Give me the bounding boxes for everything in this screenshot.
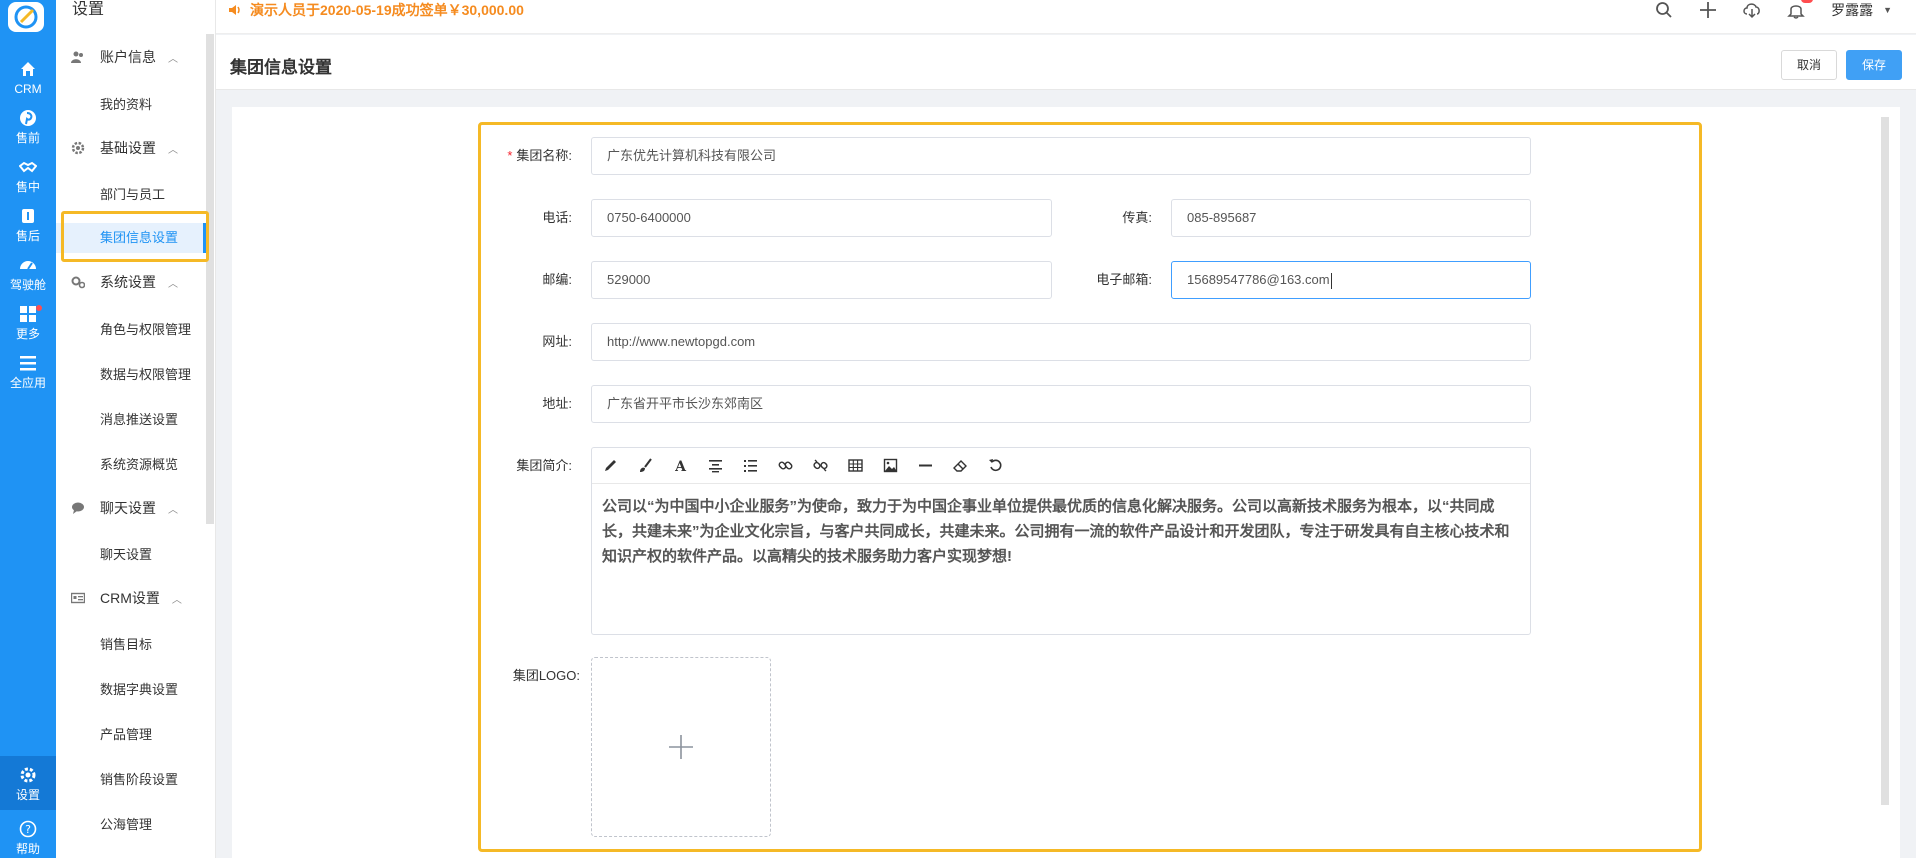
sidebar-item-chat-settings[interactable]: 聊天设置	[56, 540, 206, 570]
grid-icon	[0, 305, 56, 327]
rail-item-help[interactable]: ? 帮助	[0, 810, 56, 858]
app-logo[interactable]	[8, 2, 44, 32]
sidebar-group-crm[interactable]: CRM设置 ︿	[56, 586, 206, 610]
notice-banner: 演示人员于2020-05-19成功签单￥30,000.00	[228, 0, 524, 20]
sidebar-item-data-permission[interactable]: 数据与权限管理	[56, 360, 206, 390]
chevron-up-icon: ︿	[168, 504, 178, 516]
chevron-up-icon: ︿	[168, 53, 178, 65]
topbar-actions: 罗露露 ▼	[1655, 0, 1916, 20]
speaker-icon	[229, 5, 240, 15]
sidebar-item-my-profile[interactable]: 我的资料	[56, 90, 206, 120]
handshake-icon	[0, 158, 56, 180]
chat-icon	[70, 500, 86, 516]
sidebar-highlight-box	[61, 211, 209, 262]
cancel-button[interactable]: 取消	[1781, 50, 1837, 80]
sidebar-item-sales-target[interactable]: 销售目标	[56, 630, 206, 660]
users-icon	[70, 49, 86, 65]
cloud-download-icon[interactable]	[1743, 1, 1761, 19]
rail-item-aftersale[interactable]: 售后	[0, 197, 56, 251]
app-rail: CRM 售前 售中 售后 驾驶舱 更多 全应用 设置 ? 帮助	[0, 0, 56, 858]
sidebar-group-chat[interactable]: 聊天设置 ︿	[56, 496, 206, 520]
sidebar-item-products[interactable]: 产品管理	[56, 720, 206, 750]
dashboard-icon	[0, 256, 56, 278]
sidebar-item-department[interactable]: 部门与员工	[56, 180, 206, 210]
chevron-up-icon: ︿	[171, 594, 182, 606]
caret-down-icon[interactable]: ▼	[1883, 5, 1892, 15]
notification-badge	[1801, 0, 1814, 3]
top-bar: 演示人员于2020-05-19成功签单￥30,000.00 罗露露 ▼	[216, 0, 1916, 34]
rail-item-all-apps[interactable]: 全应用	[0, 344, 56, 398]
pinterest-icon	[0, 109, 56, 131]
page-title: 集团信息设置	[230, 58, 332, 77]
sidebar-group-system[interactable]: 系统设置 ︿	[56, 270, 206, 294]
gear-icon	[70, 140, 86, 156]
save-button[interactable]: 保存	[1846, 50, 1902, 80]
chevron-up-icon: ︿	[168, 144, 178, 156]
rail-item-settings[interactable]: 设置	[0, 756, 56, 810]
add-icon[interactable]	[1699, 1, 1717, 19]
rail-item-cockpit[interactable]: 驾驶舱	[0, 246, 56, 300]
logo-icon	[14, 5, 38, 29]
gears-icon	[70, 274, 86, 290]
rail-item-more[interactable]: 更多	[0, 295, 56, 349]
rail-item-crm[interactable]: CRM	[0, 50, 56, 104]
bell-icon[interactable]	[1787, 0, 1814, 19]
sidebar-group-account[interactable]: 账户信息 ︿	[56, 45, 206, 69]
menu-icon	[0, 354, 56, 376]
page-header: 集团信息设置 取消 保存	[216, 35, 1916, 90]
sidebar-title: 设置	[72, 1, 105, 18]
id-card-icon	[70, 590, 86, 606]
settings-sidebar: 设置 账户信息 ︿ 我的资料 基础设置 ︿ 部门与员工 集团信息设置 系统设置 …	[56, 0, 216, 858]
sidebar-group-basic[interactable]: 基础设置 ︿	[56, 136, 206, 160]
rail-item-insale[interactable]: 售中	[0, 148, 56, 202]
sidebar-item-sales-stage[interactable]: 销售阶段设置	[56, 765, 206, 795]
chevron-up-icon: ︿	[168, 278, 178, 290]
rail-item-presale[interactable]: 售前	[0, 99, 56, 153]
sidebar-item-roles[interactable]: 角色与权限管理	[56, 315, 206, 345]
search-icon[interactable]	[1655, 1, 1673, 19]
sidebar-item-dictionary[interactable]: 数据字典设置	[56, 675, 206, 705]
sidebar-item-push[interactable]: 消息推送设置	[56, 405, 206, 435]
home-icon	[0, 60, 56, 82]
tools-icon	[0, 207, 56, 229]
notification-dot	[36, 305, 42, 311]
user-name[interactable]: 罗露露	[1831, 0, 1873, 20]
sidebar-item-resources[interactable]: 系统资源概览	[56, 450, 206, 480]
sidebar-scrollbar[interactable]	[206, 34, 214, 524]
svg-text:?: ?	[25, 823, 31, 836]
gear-icon	[0, 766, 56, 788]
form-highlight-box	[478, 122, 1702, 852]
help-icon: ?	[0, 820, 56, 842]
sidebar-item-public-pool[interactable]: 公海管理	[56, 810, 206, 840]
content-scrollbar[interactable]	[1881, 117, 1889, 805]
